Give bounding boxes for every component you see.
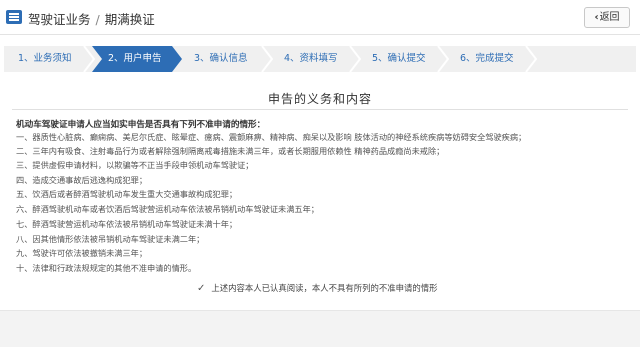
chevron-left-icon: ‹ [594, 12, 599, 23]
step-5: 5、确认提交 [372, 53, 426, 64]
confirm-label: 上述内容本人已认真阅读，本人不具有所列的不准申请的情形 [211, 283, 438, 293]
confirm-checkbox[interactable]: ✓ 上述内容本人已认真阅读，本人不具有所列的不准申请的情形 [197, 282, 438, 294]
declaration-item: 二、三年内有吸食、注射毒品行为或者解除强制隔离戒毒措施未满三年，或者长期服用依赖… [16, 146, 445, 156]
declaration-title: 申告的义务和内容 [267, 92, 372, 106]
declaration-item: 四、造成交通事故后逃逸构成犯罪； [16, 175, 148, 185]
declaration-intro: 机动车驾驶证申请人应当如实申告是否具有下列不准申请的情形： [16, 120, 266, 130]
step-1: 1、业务须知 [18, 53, 72, 64]
declaration-item: 九、驾驶许可依法被撤销未满三年； [16, 248, 148, 258]
step-6: 6、完成提交 [460, 53, 514, 64]
back-button-label: 返回 [599, 12, 620, 23]
checkmark-icon[interactable]: ✓ [197, 283, 205, 294]
title-divider [12, 109, 628, 110]
breadcrumb: 驾驶证业务 / 期满换证 [28, 12, 155, 27]
step-3: 3、确认信息 [194, 53, 248, 64]
page-footer [0, 310, 640, 347]
back-button[interactable]: ‹返回 [584, 7, 630, 28]
step-4: 4、资料填写 [284, 53, 338, 64]
step-progress-bar: 1、业务须知 2、用户申告 3、确认信息 4、资料填写 5、确认提交 6、完成提… [4, 46, 636, 72]
breadcrumb-section: 驾驶证业务 [28, 12, 91, 27]
declaration-item: 三、提供虚假申请材料，以欺骗等不正当手段申领机动车驾驶证； [16, 160, 254, 170]
declaration-item: 五、饮酒后或者醉酒驾驶机动车发生重大交通事故构成犯罪； [16, 189, 238, 199]
declaration-item: 一、器质性心脏病、癫痫病、美尼尔氏症、眩晕症、癔病、震颤麻痹、精神病、痴呆以及影… [16, 132, 527, 142]
menu-list-icon [6, 10, 22, 24]
page-header: 驾驶证业务 / 期满换证 ‹返回 [0, 0, 640, 35]
step-2: 2、用户申告 [108, 53, 162, 64]
declaration-item: 七、醉酒驾驶营运机动车依法被吊销机动车驾驶证未满十年； [16, 219, 238, 229]
declaration-item: 十、法律和行政法规规定的其他不准申请的情形。 [16, 263, 197, 273]
declaration-item: 六、醉酒驾驶机动车或者饮酒后驾驶营运机动车依法被吊销机动车驾驶证未满五年； [16, 204, 319, 214]
breadcrumb-page: 期满换证 [104, 12, 155, 27]
declaration-item: 八、因其他情形依法被吊销机动车驾驶证未满二年； [16, 234, 205, 244]
